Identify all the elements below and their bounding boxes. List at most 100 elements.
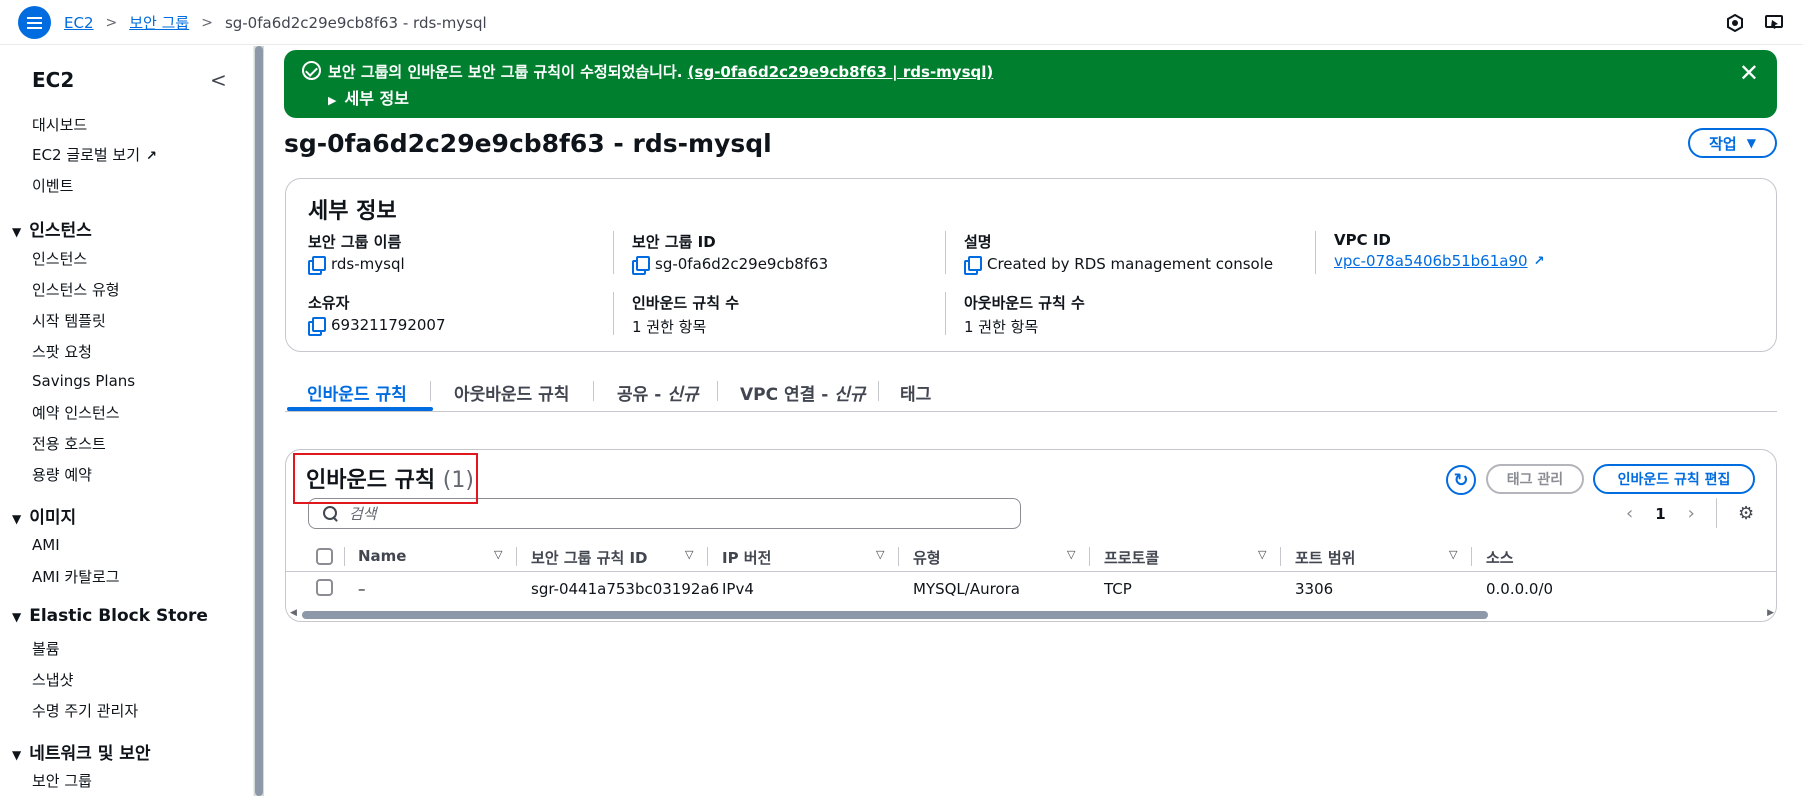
divider — [878, 381, 879, 401]
gear-icon[interactable]: ⚙ — [1738, 503, 1754, 524]
field-value: 1 권한 항목 — [964, 318, 1039, 336]
pagination: ‹ 1 › — [1626, 503, 1695, 524]
sidebar-section-ebs[interactable]: ▼ Elastic Block Store — [12, 606, 208, 626]
copy-icon[interactable] — [964, 255, 982, 275]
actions-button[interactable]: 작업 ▼ — [1688, 128, 1777, 158]
col-header-source[interactable]: 소스 — [1486, 547, 1514, 568]
details-title: 세부 정보 — [308, 199, 397, 224]
sidebar-item-spot-requests[interactable]: 스팟 요청 — [32, 341, 92, 362]
tab-inbound-rules[interactable]: 인바운드 규칙 — [307, 380, 407, 405]
divider — [613, 292, 614, 335]
page-number[interactable]: 1 — [1655, 505, 1665, 523]
sidebar-item-launch-templates[interactable]: 시작 템플릿 — [32, 310, 106, 331]
tab-vpc-associations[interactable]: VPC 연결 - 신규 — [740, 380, 865, 405]
divider — [707, 547, 708, 566]
sort-down-icon[interactable]: ▽ — [1258, 548, 1266, 561]
sort-down-icon[interactable]: ▽ — [876, 548, 884, 561]
caret-down-icon: ▼ — [12, 512, 22, 526]
row-checkbox[interactable] — [316, 579, 333, 596]
divider — [613, 231, 614, 274]
sidebar-item-capacity-reservations[interactable]: 용량 예약 — [32, 464, 92, 485]
sidebar-section-instances[interactable]: ▼ 인스턴스 — [12, 216, 92, 241]
sidebar-item-instance-types[interactable]: 인스턴스 유형 — [32, 279, 120, 300]
sidebar-item-dedicated-hosts[interactable]: 전용 호스트 — [32, 433, 106, 454]
sidebar-item-savings-plans[interactable]: Savings Plans — [32, 372, 135, 390]
table-row[interactable]: – sgr-0441a753bc03192a6 IPv4 MYSQL/Auror… — [286, 572, 1776, 604]
sidebar-item-lifecycle-manager[interactable]: 수명 주기 관리자 — [32, 700, 138, 721]
sidebar-section-label: 네트워크 및 보안 — [29, 744, 151, 764]
cell-ip-version: IPv4 — [722, 580, 754, 598]
sidebar-item-ami[interactable]: AMI — [32, 536, 60, 554]
select-all-checkbox[interactable] — [316, 548, 333, 565]
col-header-type[interactable]: 유형 — [913, 547, 941, 568]
scroll-left-icon[interactable]: ◀ — [290, 608, 297, 618]
breadcrumb: EC2 > 보안 그룹 > sg-0fa6d2c29e9cb8f63 - rds… — [64, 12, 487, 33]
col-header-port-range[interactable]: 포트 범위 — [1295, 547, 1355, 568]
sidebar-section-label: Elastic Block Store — [29, 606, 208, 626]
scroll-right-icon[interactable]: ▶ — [1767, 608, 1774, 618]
search-input[interactable] — [349, 504, 949, 523]
sidebar-section-images[interactable]: ▼ 이미지 — [12, 503, 76, 528]
copy-icon[interactable] — [308, 255, 326, 275]
scrollbar-thumb[interactable] — [302, 611, 1488, 619]
sidebar-item-security-groups[interactable]: 보안 그룹 — [32, 770, 92, 791]
cell-protocol: TCP — [1104, 580, 1132, 598]
tab-tags[interactable]: 태그 — [900, 380, 931, 405]
breadcrumb-security-groups[interactable]: 보안 그룹 — [129, 12, 189, 33]
sidebar-item-ami-catalog[interactable]: AMI 카탈로그 — [32, 566, 120, 587]
col-header-protocol[interactable]: 프로토콜 — [1104, 547, 1159, 568]
col-header-ip-version[interactable]: IP 버전 — [722, 547, 771, 568]
flash-link[interactable]: (sg-0fa6d2c29e9cb8f63 | rds-mysql) — [688, 63, 994, 81]
flash-details-toggle[interactable]: ▶ 세부 정보 — [328, 85, 409, 109]
sidebar-item-volumes[interactable]: 볼륨 — [32, 638, 60, 659]
sort-down-icon[interactable]: ▽ — [1067, 548, 1075, 561]
sidebar-item-instances[interactable]: 인스턴스 — [32, 248, 87, 269]
col-header-name[interactable]: Name — [358, 547, 406, 565]
sidebar-item-snapshots[interactable]: 스냅샷 — [32, 669, 73, 690]
field-owner: 소유자 693211792007 — [308, 292, 668, 336]
divider — [898, 547, 899, 566]
cursor-screen-icon[interactable] — [1764, 13, 1784, 33]
menu-icon[interactable] — [18, 6, 51, 39]
sidebar-scrollbar[interactable] — [254, 46, 264, 796]
edit-inbound-rules-button[interactable]: 인바운드 규칙 편집 — [1593, 464, 1755, 494]
tab-active-indicator — [287, 407, 433, 411]
col-header-rule-id[interactable]: 보안 그룹 규칙 ID — [531, 547, 648, 568]
chevron-left-icon[interactable]: < — [210, 68, 227, 92]
scrollbar-thumb[interactable] — [255, 46, 263, 796]
chevron-left-icon[interactable]: ‹ — [1626, 503, 1633, 524]
manage-tags-button[interactable]: 태그 관리 — [1486, 464, 1584, 494]
sort-down-icon[interactable]: ▽ — [685, 548, 693, 561]
sort-down-icon[interactable]: ▽ — [1449, 548, 1457, 561]
field-inbound-count: 인바운드 규칙 수 1 권한 항목 — [632, 292, 992, 337]
caret-right-icon: ▶ — [328, 94, 337, 107]
sidebar-section-network-security[interactable]: ▼ 네트워크 및 보안 — [12, 739, 151, 764]
tab-sharing[interactable]: 공유 - 신규 — [617, 380, 698, 405]
field-value: Created by RDS management console — [987, 255, 1274, 273]
tab-outbound-rules[interactable]: 아웃바운드 규칙 — [454, 380, 569, 405]
breadcrumb-ec2[interactable]: EC2 — [64, 14, 94, 32]
sidebar-item-dashboard[interactable]: 대시보드 — [32, 114, 87, 135]
table-scrollbar[interactable]: ◀ ▶ — [290, 608, 1774, 619]
field-label: 보안 그룹 ID — [632, 233, 716, 251]
field-sg-id: 보안 그룹 ID sg-0fa6d2c29e9cb8f63 — [632, 231, 992, 275]
sort-down-icon[interactable]: ▽ — [494, 548, 502, 561]
vpc-link[interactable]: vpc-078a5406b51b61a90 — [1334, 252, 1528, 270]
field-vpc-id: VPC ID vpc-078a5406b51b61a90 ↗ — [1334, 231, 1694, 270]
copy-icon[interactable] — [632, 255, 650, 275]
chevron-right-icon: > — [105, 14, 118, 31]
sidebar-item-global-view[interactable]: EC2 글로벌 보기 ↗ — [32, 144, 157, 165]
field-outbound-count: 아웃바운드 규칙 수 1 권한 항목 — [964, 292, 1324, 337]
divider — [516, 547, 517, 566]
sidebar-item-events[interactable]: 이벤트 — [32, 175, 73, 196]
copy-icon[interactable] — [308, 316, 326, 336]
flash-message-text: 보안 그룹의 인바운드 보안 그룹 규칙이 수정되었습니다. — [328, 63, 683, 81]
close-icon[interactable]: ✕ — [1739, 59, 1759, 87]
sidebar-item-reserved-instances[interactable]: 예약 인스턴스 — [32, 402, 120, 423]
caret-down-icon: ▼ — [12, 610, 22, 624]
chevron-right-icon[interactable]: › — [1688, 503, 1695, 524]
actions-label: 작업 — [1709, 134, 1737, 153]
refresh-icon[interactable]: ↻ — [1446, 465, 1476, 495]
notification-icon[interactable] — [1725, 13, 1745, 33]
sidebar-section-label: 이미지 — [29, 508, 77, 528]
